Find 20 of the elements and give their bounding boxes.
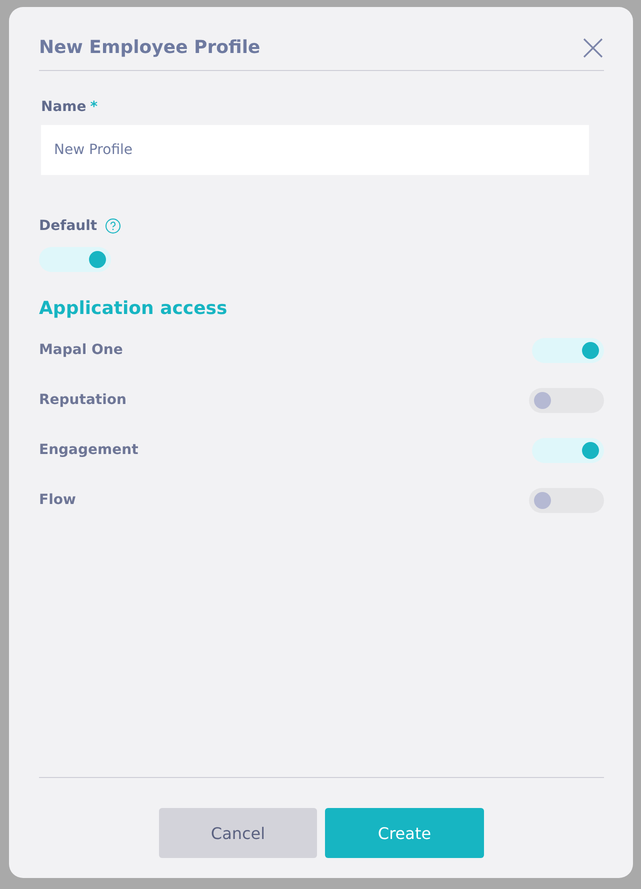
help-icon[interactable] — [105, 218, 122, 234]
app-label: Mapal One — [39, 342, 123, 358]
app-toggle[interactable] — [529, 388, 604, 412]
default-label: Default — [39, 218, 98, 234]
field-label: Name — [41, 99, 86, 115]
name-input[interactable]: New Profile — [41, 125, 589, 175]
default-toggle[interactable] — [39, 247, 111, 272]
app-label: Engagement — [39, 442, 138, 458]
create-button[interactable]: Create — [325, 808, 484, 858]
close-icon — [582, 36, 604, 58]
cancel-button[interactable]: Cancel — [159, 808, 317, 858]
app-label: Flow — [39, 492, 76, 508]
app-toggle[interactable] — [532, 438, 604, 462]
app-toggle[interactable] — [532, 338, 604, 362]
section-title: Application access — [39, 298, 228, 319]
app-toggle[interactable] — [529, 488, 604, 512]
app-label: Reputation — [39, 392, 126, 408]
dialog-title: New Employee Profile — [39, 37, 260, 58]
close-button[interactable] — [582, 36, 604, 58]
required-mark: * — [90, 99, 98, 115]
